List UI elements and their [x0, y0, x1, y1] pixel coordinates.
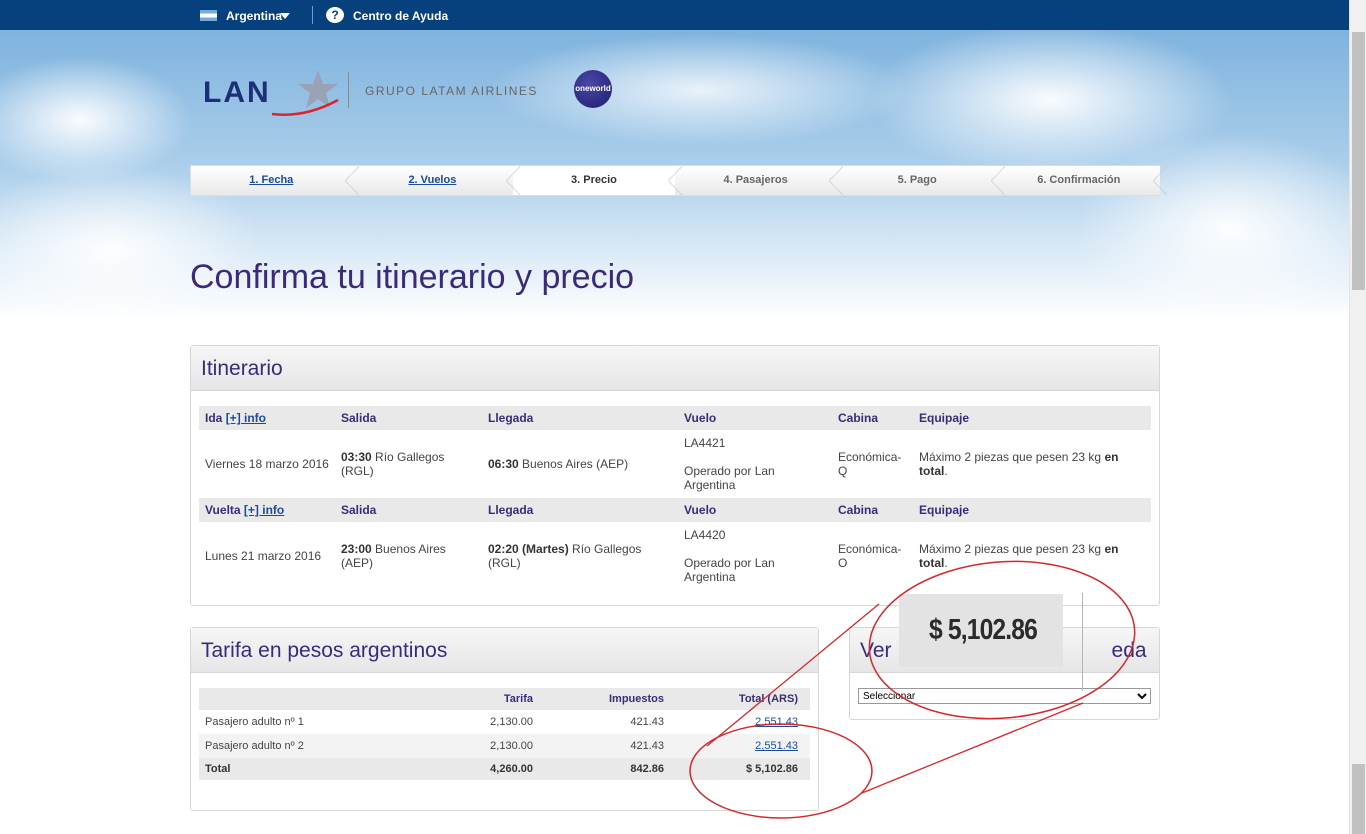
step-precio: 3. Precio: [513, 165, 682, 196]
vuelta-date: Lunes 21 marzo 2016: [205, 549, 322, 563]
fare-header-row: Tarifa Impuestos Total (ARS): [199, 688, 810, 710]
divider: [312, 6, 313, 24]
fare-panel: Tarifa en pesos argentinos Tarifa Impues…: [190, 627, 819, 811]
step-pasajeros: 4. Pasajeros: [674, 165, 843, 196]
scrollbar-thumb[interactable]: [1352, 32, 1365, 290]
ida-info-link[interactable]: [+] info: [226, 411, 266, 425]
booking-steps: 1. Fecha 2. Vuelos 3. Precio 4. Pasajero…: [190, 165, 1167, 196]
chevron-down-icon[interactable]: [280, 13, 290, 19]
itinerary-title: Itinerario: [191, 346, 1159, 391]
step-pago: 5. Pago: [836, 165, 1005, 196]
ida-departure: 03:30 Río Gallegos (RGL): [341, 450, 445, 478]
top-bar: Argentina ? Centro de Ayuda: [0, 0, 1349, 30]
ida-row: Viernes 18 marzo 2016 03:30 Río Gallegos…: [199, 430, 1151, 498]
itinerary-panel: Itinerario Ida [+] info Salida Llegada V…: [190, 345, 1160, 606]
ida-arrival: 06:30 Buenos Aires (AEP): [488, 457, 629, 471]
oneworld-logo-icon: oneworld: [574, 70, 612, 108]
fare-title: Tarifa en pesos argentinos: [191, 628, 818, 673]
step-confirmacion: 6. Confirmación: [997, 165, 1167, 196]
swoosh-logo-icon: [271, 98, 339, 116]
table-row: Pasajero adulto nº 2 2,130.00 421.43 2,5…: [199, 734, 810, 758]
ida-header-row: Ida [+] info Salida Llegada Vuelo Cabina…: [199, 406, 1151, 430]
ida-date: Viernes 18 marzo 2016: [205, 457, 329, 471]
vuelta-info-link[interactable]: [+] info: [244, 503, 284, 517]
vuelta-row: Lunes 21 marzo 2016 23:00 Buenos Aires (…: [199, 522, 1151, 590]
scrollbar-thumb-lower[interactable]: [1352, 764, 1365, 834]
zoom-divider: [1082, 593, 1083, 691]
fare-table: Tarifa Impuestos Total (ARS) Pasajero ad…: [199, 688, 810, 780]
itinerary-table: Ida [+] info Salida Llegada Vuelo Cabina…: [199, 406, 1151, 590]
help-icon[interactable]: ?: [326, 7, 344, 23]
currency-select[interactable]: Seleccionar: [858, 688, 1151, 704]
vuelta-header-row: Vuelta [+] info Salida Llegada Vuelo Cab…: [199, 498, 1151, 522]
page-title: Confirma tu itinerario y precio: [190, 258, 635, 296]
passenger-2-total-link[interactable]: 2,551.43: [755, 740, 798, 752]
vuelta-baggage: Máximo 2 piezas que pesen 23 kg en total…: [919, 542, 1119, 570]
group-logo-text: GRUPO LATAM AIRLINES: [365, 84, 538, 98]
lan-logo[interactable]: LAN: [203, 76, 271, 110]
scrollbar[interactable]: [1349, 0, 1366, 834]
ida-baggage: Máximo 2 piezas que pesen 23 kg en total…: [919, 450, 1119, 478]
help-center-link[interactable]: Centro de Ayuda: [353, 9, 448, 23]
ida-cabin: Económica-Q: [838, 450, 902, 478]
logo-divider: [348, 72, 349, 108]
country-selector[interactable]: Argentina: [226, 9, 282, 23]
step-vuelos[interactable]: 2. Vuelos: [351, 165, 520, 196]
passenger-1-total-link[interactable]: 2,551.43: [755, 716, 798, 728]
zoom-amount: $ 5,102.86: [929, 614, 1038, 646]
table-row: Pasajero adulto nº 1 2,130.00 421.43 2,5…: [205, 716, 798, 728]
step-fecha[interactable]: 1. Fecha: [190, 165, 359, 196]
vuelta-cabin: Económica-O: [838, 542, 902, 570]
grand-total: $ 5,102.86: [676, 758, 810, 780]
fare-total-row: Total 4,260.00 842.86 $ 5,102.86: [199, 758, 810, 780]
vuelta-departure: 23:00 Buenos Aires (AEP): [341, 542, 446, 570]
ida-flight: LA4421 Operado por Lan Argentina: [684, 436, 775, 492]
vuelta-flight: LA4420 Operado por Lan Argentina: [684, 528, 775, 584]
argentina-flag-icon: [200, 10, 217, 21]
vuelta-arrival: 02:20 (Martes) Río Gallegos (RGL): [488, 542, 642, 570]
